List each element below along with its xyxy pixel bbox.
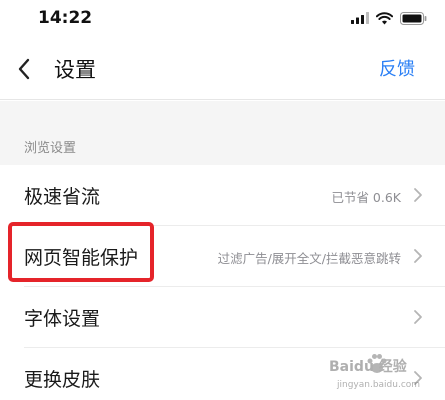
setting-label: 字体设置 [24,308,101,330]
setting-row-font[interactable]: 字体设置 [0,287,445,348]
setting-value: 过滤广告/展开全文/拦截恶意跳转 [217,251,401,266]
setting-row-data-saver[interactable]: 极速省流 已节省 0.6K [0,165,445,226]
status-time: 14:22 [38,8,93,28]
wifi-icon [376,11,393,24]
status-bar: 14:22 [0,0,445,38]
section-header: 浏览设置 [0,101,445,165]
page-title: 设置 [54,58,96,82]
section-label: 浏览设置 [24,141,77,156]
setting-value: 已节省 0.6K [331,190,401,205]
feedback-button[interactable]: 反馈 [379,55,415,81]
chevron-right-icon [414,249,422,263]
chevron-right-icon [414,188,422,202]
watermark-brand: Baidu 经验 [329,359,407,375]
chevron-right-icon [414,310,422,324]
setting-label: 更换皮肤 [24,369,101,391]
status-icons [351,11,427,25]
cellular-signal-icon [351,12,369,24]
back-chevron-icon[interactable] [14,56,36,82]
battery-icon [400,11,427,25]
setting-label: 极速省流 [24,186,101,208]
highlight-annotation-box [8,222,154,282]
navigation-bar: 设置 反馈 [0,40,445,100]
watermark-url: jingyan.baidu.com [337,380,421,390]
baidu-jingyan-watermark: Baidu 经验 jingyan.baidu.com [329,352,439,394]
